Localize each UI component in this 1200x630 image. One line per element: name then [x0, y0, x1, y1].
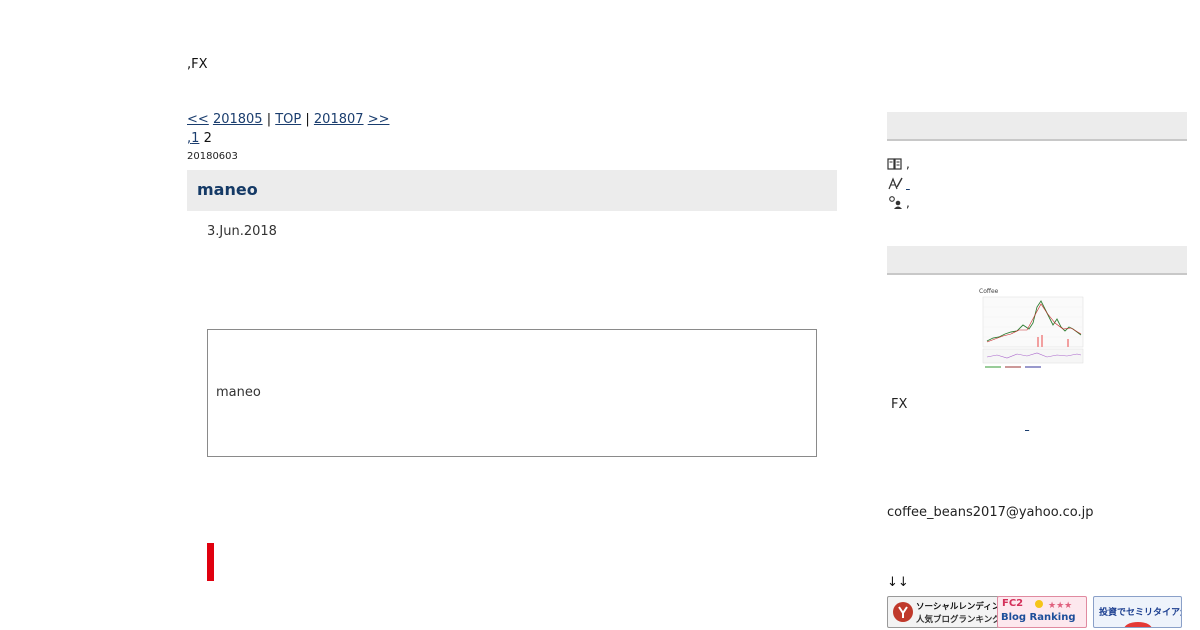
banner-2-line2: Blog Ranking: [1001, 612, 1076, 623]
sidebar-section-header: [887, 246, 1187, 275]
banner-1-line1: ソーシャルレンディング: [916, 602, 998, 612]
prev-month-link[interactable]: 201805: [213, 112, 263, 127]
post-title[interactable]: maneo: [197, 180, 258, 199]
fx-link[interactable]: [1025, 418, 1049, 428]
post-header: maneo: [187, 170, 837, 211]
profile-row: ,: [887, 195, 910, 210]
writer-icon: [888, 177, 903, 190]
next-arrow-link[interactable]: >>: [368, 112, 390, 127]
red-accent-bar: [207, 543, 214, 581]
fx-link-container: [1025, 418, 1049, 433]
nav-separator: |: [262, 112, 276, 127]
down-arrows: ↓↓: [887, 575, 909, 590]
people-icon: [889, 196, 902, 209]
top-link[interactable]: TOP: [275, 112, 301, 127]
banner-3-line1: 投資でセミリタイア生活: [1099, 608, 1181, 618]
page-1-link[interactable]: 1: [191, 131, 199, 146]
banner-1-line2: 人気ブログランキング: [916, 615, 999, 625]
fc2-blog-ranking-banner[interactable]: FC2 ★★★ Blog Ranking: [997, 596, 1087, 628]
ranking-logo-icon: [893, 602, 913, 622]
next-month-link[interactable]: 201807: [314, 112, 364, 127]
prev-arrow-link[interactable]: <<: [187, 112, 209, 127]
fx-label: FX: [891, 397, 908, 412]
quote-text: maneo: [216, 385, 261, 400]
profile-row-text: ,: [906, 195, 910, 210]
profile-row: ,: [887, 157, 910, 171]
stars-icon: ★★★: [1035, 600, 1072, 610]
profile-link[interactable]: [906, 177, 930, 191]
chart-thumb-title: Coffee: [979, 288, 999, 295]
coffee-chart-thumbnail[interactable]: Coffee: [977, 285, 1097, 375]
page-2-current: 2: [203, 131, 212, 146]
contact-email: coffee_beans2017@yahoo.co.jp: [887, 505, 1094, 520]
nav-separator: |: [301, 112, 314, 127]
social-lending-ranking-banner[interactable]: ソーシャルレンディング 人気ブログランキング: [887, 596, 999, 628]
month-navigation: << 201805 | TOP | 201807 >>: [187, 112, 389, 127]
profile-row-text: ,: [906, 157, 910, 171]
post-date-code: 20180603: [187, 151, 238, 162]
banner-3-red-badge: [1124, 622, 1152, 627]
profile-row: [887, 176, 930, 191]
svg-text:★★★: ★★★: [1048, 601, 1072, 610]
book-icon: [887, 158, 902, 170]
site-title: ,FX: [187, 57, 208, 72]
post-date: 3.Jun.2018: [207, 224, 277, 239]
quote-box: maneo: [207, 329, 817, 457]
sidebar-profile-header: [887, 112, 1187, 141]
banner-2-line1: FC2: [1002, 598, 1024, 609]
semi-retire-banner[interactable]: 投資でセミリタイア生活: [1093, 596, 1182, 628]
pager: ,1 2: [187, 131, 212, 146]
